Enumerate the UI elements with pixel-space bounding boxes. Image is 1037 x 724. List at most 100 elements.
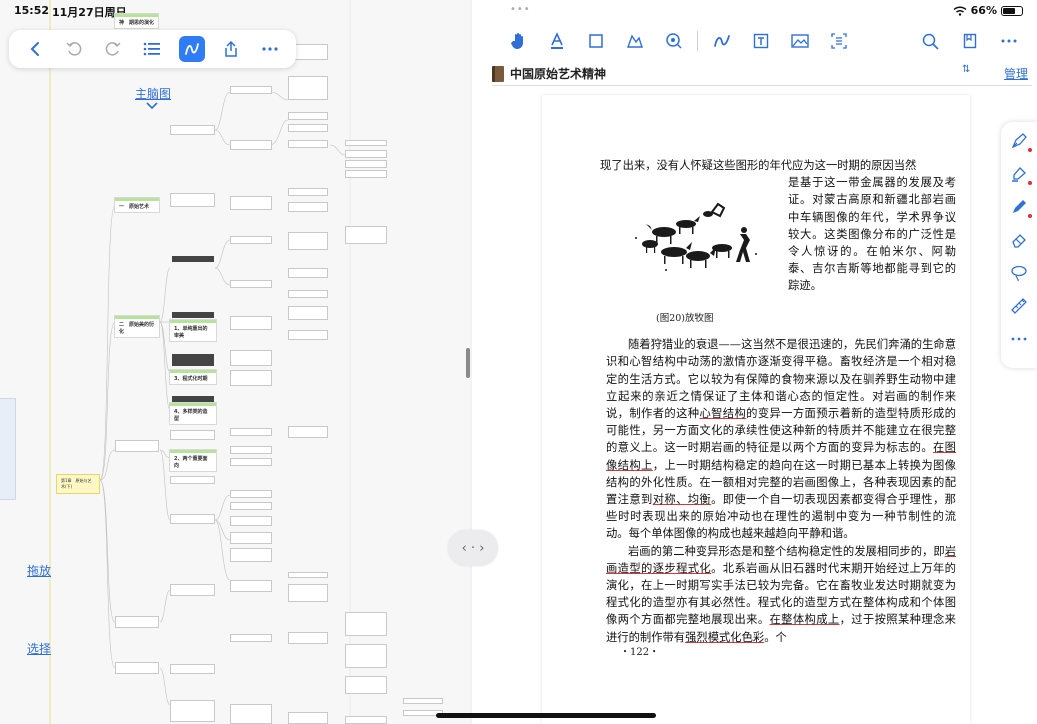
mindmap-node[interactable]	[230, 516, 272, 526]
mindmap-node[interactable]	[230, 196, 272, 210]
mindmap-node[interactable]	[288, 268, 328, 278]
sort-icon[interactable]: ⇅	[962, 64, 970, 75]
mindmap-node[interactable]	[345, 226, 387, 244]
mindmap-node[interactable]	[230, 458, 272, 466]
mindmap-node[interactable]	[345, 612, 387, 636]
mindmap-node[interactable]	[230, 532, 272, 544]
text-underline-button[interactable]	[537, 28, 576, 54]
ruler-tool[interactable]	[1008, 295, 1030, 317]
rectangle-button[interactable]	[576, 28, 615, 54]
highlighter-tool[interactable]	[1008, 163, 1032, 185]
document-title[interactable]: 中国原始艺术精神	[510, 65, 606, 82]
mindmap-node-dark[interactable]	[172, 312, 214, 318]
mindmap-subtitle-node[interactable]: 1、单纯重出的审美	[170, 320, 216, 341]
highlighted-phrase[interactable]: 心智结构	[699, 407, 746, 420]
mindmap-node[interactable]	[345, 170, 387, 178]
mindmap-node[interactable]	[230, 86, 272, 94]
multitask-dots[interactable]: •••	[510, 4, 531, 15]
mindmap-node-dark[interactable]	[172, 256, 214, 262]
mindmap-node[interactable]	[230, 370, 272, 386]
mindmap-node[interactable]	[288, 76, 328, 100]
mindmap-node[interactable]	[345, 644, 387, 668]
mindmap-node[interactable]	[230, 580, 272, 592]
pen-button[interactable]	[178, 36, 205, 62]
map-button[interactable]	[615, 28, 654, 54]
mindmap-node[interactable]	[288, 306, 328, 320]
chevron-down-icon[interactable]	[145, 101, 159, 111]
mindmap-node[interactable]	[288, 188, 328, 196]
mindmap-node-dark[interactable]	[172, 354, 214, 366]
mindmap-node[interactable]	[230, 140, 272, 150]
mindmap-title-node[interactable]: 二 原始美的衍化	[115, 316, 159, 337]
mindmap-node[interactable]	[115, 616, 159, 628]
mindmap-node[interactable]	[288, 232, 328, 250]
mindmap-node[interactable]	[170, 125, 215, 135]
swap-panes-button[interactable]: ‹ · ›	[448, 530, 498, 566]
image-button[interactable]	[780, 28, 819, 54]
mindmap-node-top[interactable]: 神 期思的演化	[115, 14, 159, 28]
mindmap-node[interactable]	[170, 664, 215, 674]
bookmark-button[interactable]	[950, 28, 989, 54]
mindmap-node[interactable]	[345, 150, 387, 158]
mindmap-pane[interactable]: 15:52 11月27日周日 神 期思的演化 第1章 原始与艺术(下) 一 原始…	[0, 0, 470, 724]
marker-tool[interactable]	[1008, 196, 1032, 218]
pen-wave-button[interactable]	[702, 28, 741, 54]
mindmap-node[interactable]	[230, 548, 272, 562]
mindmap-node[interactable]	[288, 330, 328, 340]
mindmap-node[interactable]	[230, 428, 272, 436]
mindmap-node[interactable]	[170, 193, 215, 207]
page-body-text[interactable]: 现了出来，没有人怀疑这些图形的年代应为这一时期的原因当然 (图20)放牧图 是基…	[600, 157, 956, 646]
mindmap-node[interactable]	[345, 676, 387, 694]
mindmap-node[interactable]	[170, 700, 215, 722]
pdf-page[interactable]: 现了出来，没有人怀疑这些图形的年代应为这一时期的原因当然 (图20)放牧图 是基…	[542, 95, 970, 724]
mindmap-node[interactable]	[288, 572, 328, 578]
fountain-pen-tool[interactable]	[1008, 130, 1032, 152]
mindmap-node[interactable]	[288, 202, 328, 212]
undo-button[interactable]	[61, 36, 87, 62]
mindmap-node-dark[interactable]	[172, 396, 214, 402]
mindmap-subtitle-node[interactable]: 4、多样类的造型	[170, 403, 216, 424]
mindmap-node[interactable]	[288, 584, 328, 602]
manage-link[interactable]: 管理	[1004, 65, 1028, 82]
mindmap-node[interactable]	[230, 490, 272, 498]
mindmap-node[interactable]	[288, 712, 328, 724]
mindmap-node[interactable]	[230, 502, 272, 510]
mindmap-node[interactable]	[230, 280, 272, 288]
back-button[interactable]	[22, 36, 48, 62]
list-button[interactable]	[139, 36, 165, 62]
text-box-button[interactable]	[741, 28, 780, 54]
share-button[interactable]	[218, 36, 244, 62]
select-mode-link[interactable]: 选择	[27, 640, 51, 657]
mindmap-node[interactable]	[170, 430, 215, 440]
stamp-button[interactable]	[654, 28, 693, 54]
mindmap-node[interactable]	[345, 140, 387, 146]
mindmap-node[interactable]	[230, 236, 272, 244]
mindmap-node[interactable]	[115, 440, 159, 452]
mindmap-node[interactable]	[115, 662, 159, 674]
collapsed-side-panel[interactable]	[0, 398, 16, 500]
more-options-button[interactable]	[989, 28, 1028, 54]
mindmap-node[interactable]	[288, 112, 328, 120]
mindmap-root-node[interactable]: 第1章 原始与艺术(下)	[56, 474, 100, 494]
mindmap-node[interactable]	[288, 290, 328, 298]
mindmap-subtitle-node[interactable]: 3、程式化时期	[170, 370, 216, 384]
mindmap-node[interactable]	[288, 426, 328, 438]
drag-mode-link[interactable]: 拖放	[27, 562, 51, 579]
split-view-handle[interactable]	[466, 348, 470, 378]
mindmap-node[interactable]	[170, 476, 215, 484]
redo-button[interactable]	[100, 36, 126, 62]
mindmap-node[interactable]	[345, 160, 387, 168]
main-mindmap-link[interactable]: 主脑图	[135, 85, 171, 102]
mindmap-node[interactable]	[345, 716, 387, 724]
home-indicator[interactable]	[436, 713, 656, 718]
mindmap-title-node[interactable]: 2、两个重要面向	[170, 450, 216, 471]
mindmap-title-node[interactable]: 一 原始艺术	[115, 198, 159, 212]
mindmap-node[interactable]	[230, 446, 272, 454]
mindmap-node[interactable]	[288, 140, 328, 148]
mindmap-node[interactable]	[230, 634, 272, 642]
search-button[interactable]	[911, 28, 950, 54]
highlighted-phrase[interactable]: 对称、均衡	[653, 493, 711, 506]
ocr-button[interactable]	[819, 28, 858, 54]
mindmap-node[interactable]	[230, 350, 272, 366]
more-button[interactable]	[257, 36, 283, 62]
